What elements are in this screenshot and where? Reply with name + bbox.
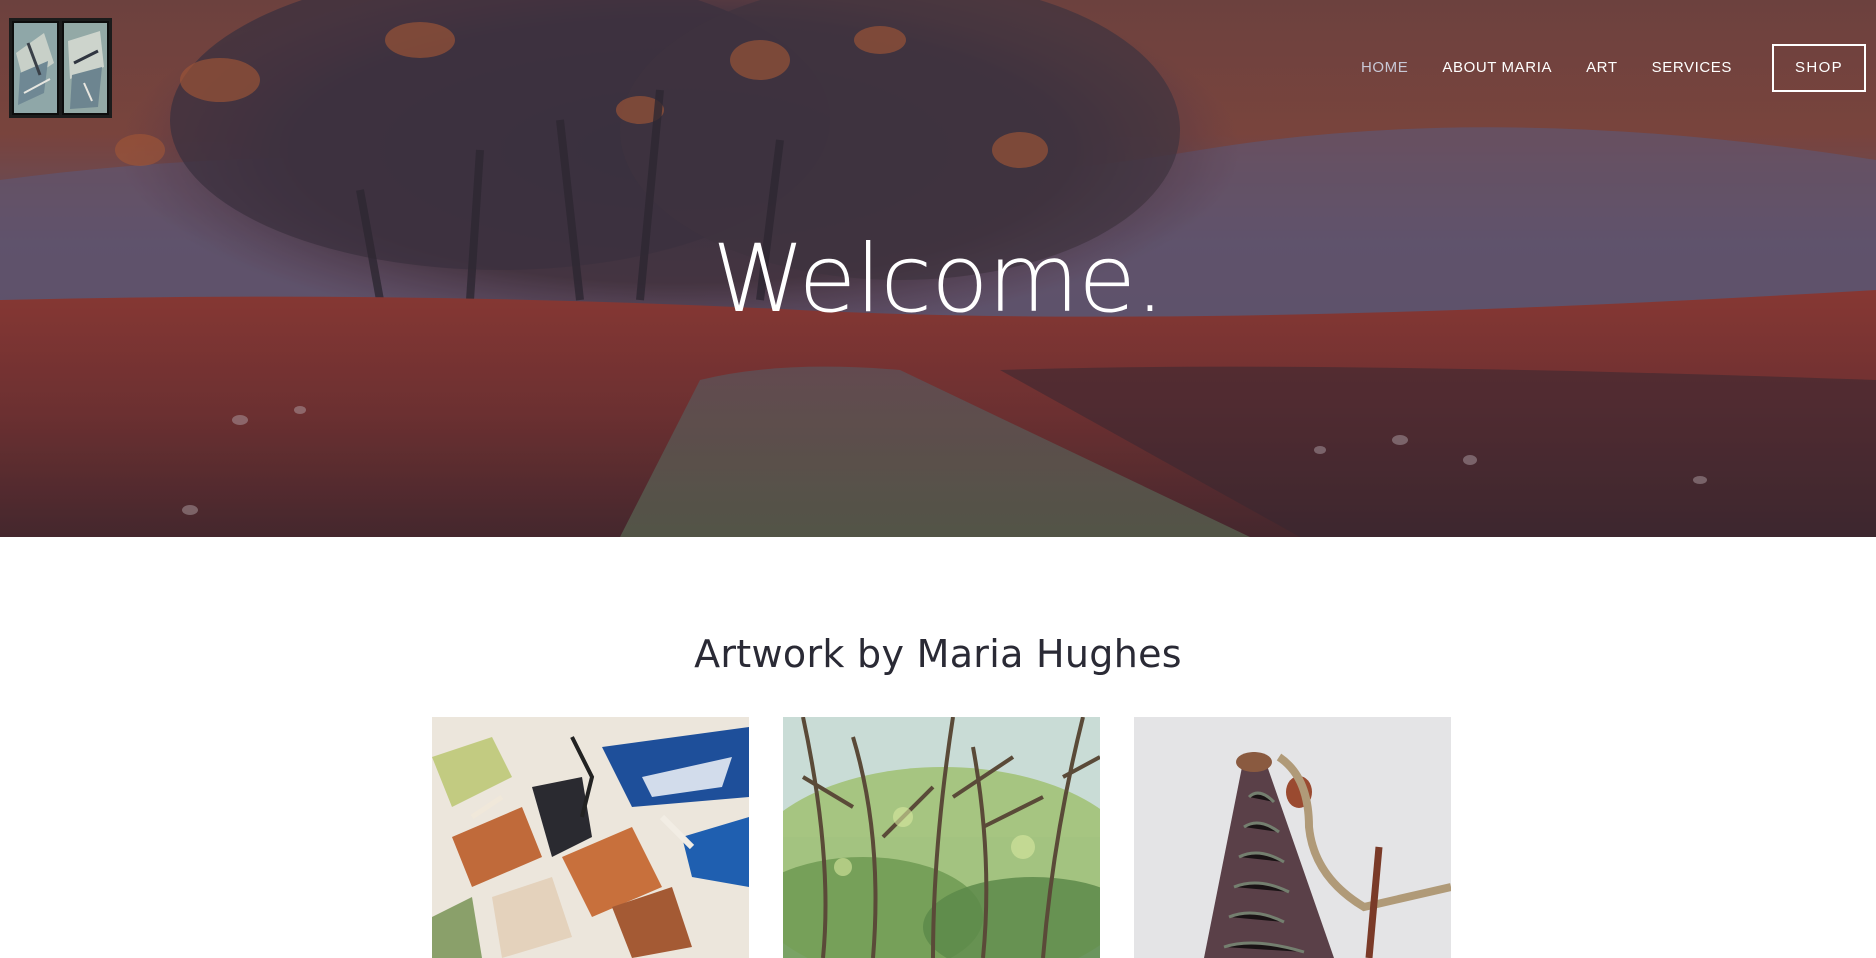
gallery-item-ceramic-sculpture[interactable] bbox=[1134, 717, 1451, 958]
section-title: Artwork by Maria Hughes bbox=[694, 632, 1182, 676]
nav-about-maria[interactable]: ABOUT MARIA bbox=[1442, 44, 1552, 92]
shop-button[interactable]: SHOP bbox=[1772, 44, 1866, 92]
logo-panel-right bbox=[62, 21, 109, 115]
nav-home[interactable]: HOME bbox=[1361, 44, 1408, 92]
hero-title: Welcome. bbox=[712, 225, 1165, 334]
logo-panel-left bbox=[12, 21, 59, 115]
gallery-item-abstract-painting[interactable] bbox=[432, 717, 749, 958]
main-nav: HOME ABOUT MARIA ART SERVICES SHOP bbox=[1327, 44, 1866, 92]
gallery-item-trees-painting[interactable] bbox=[783, 717, 1100, 958]
nav-services[interactable]: SERVICES bbox=[1652, 44, 1732, 92]
hero-banner: HOME ABOUT MARIA ART SERVICES SHOP Welco… bbox=[0, 0, 1876, 537]
site-logo[interactable] bbox=[9, 18, 112, 118]
nav-art[interactable]: ART bbox=[1586, 44, 1618, 92]
